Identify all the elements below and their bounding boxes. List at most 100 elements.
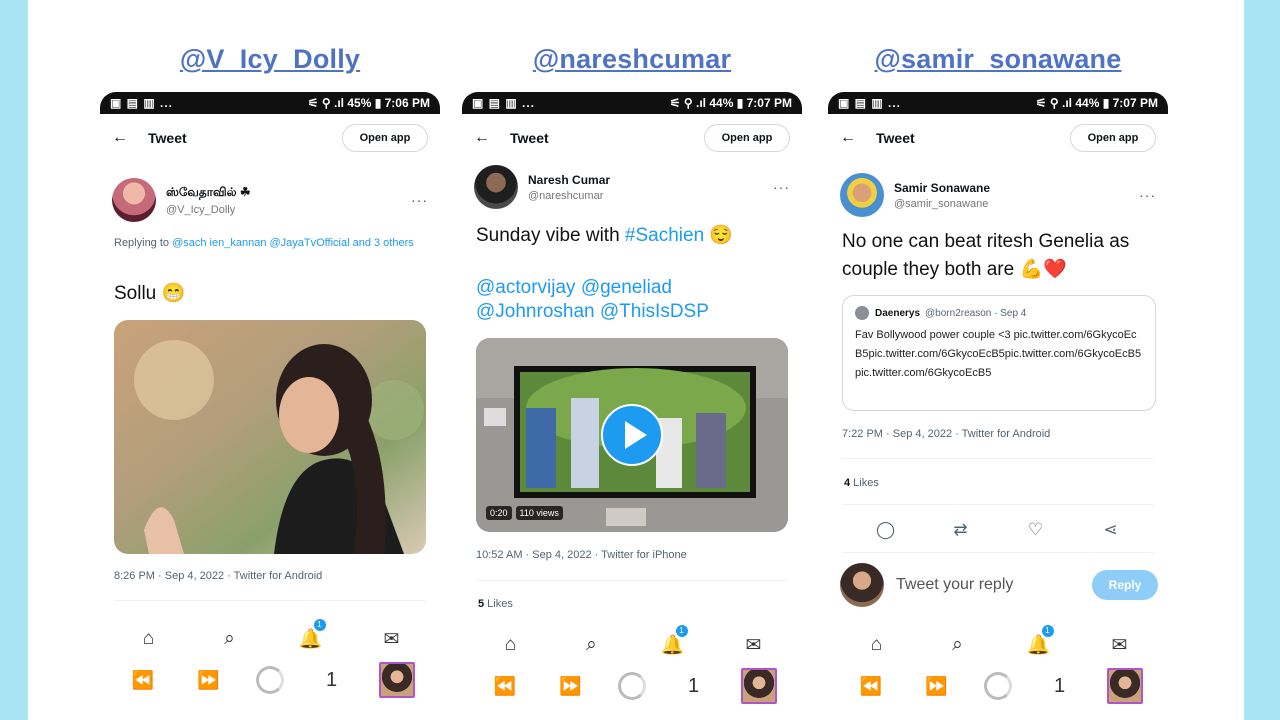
more-options-icon[interactable]: ··· <box>411 192 428 208</box>
search-icon[interactable]: ⌕ <box>577 634 607 656</box>
status-bar: ▣ ▤ ▥ ... ⚟ ⚲ .ıl 45% ▮ 7:06 PM <box>100 92 440 114</box>
status-bar: ▣ ▤ ▥ ... ⚟ ⚲ .ıl 44% ▮ 7:07 PM <box>828 92 1168 114</box>
tweet-meta: 8:26 PM · Sep 4, 2022 · Twitter for Andr… <box>114 570 323 582</box>
forward-icon[interactable]: ⏩ <box>552 676 588 697</box>
divider <box>842 458 1154 459</box>
author-name[interactable]: Naresh Cumar <box>528 173 773 187</box>
video-stats: 0:20 110 views <box>486 506 563 520</box>
video-duration: 0:20 <box>486 506 512 520</box>
divider <box>842 504 1154 505</box>
rewind-icon[interactable]: ⏪ <box>125 670 161 691</box>
retweet-icon[interactable]: ⇄ <box>946 520 976 540</box>
forward-icon[interactable]: ⏩ <box>918 676 954 697</box>
tab-count[interactable]: 1 <box>314 669 350 692</box>
mentions-line-2[interactable]: @Johnroshan @ThisIsDSP <box>476 298 792 326</box>
hashtag-link[interactable]: #Sachien <box>625 225 704 246</box>
likes-count[interactable]: 5 Likes <box>478 598 513 610</box>
tweet-topbar: ← Tweet Open app <box>828 122 1168 154</box>
back-arrow-icon[interactable]: ← <box>112 129 142 147</box>
reply-button[interactable]: Reply <box>1092 570 1158 600</box>
loading-icon <box>983 672 1012 700</box>
search-icon[interactable]: ⌕ <box>943 634 973 656</box>
search-icon[interactable]: ⌕ <box>215 628 245 650</box>
divider <box>842 552 1154 553</box>
tweet-video[interactable]: 0:20 110 views <box>476 338 788 532</box>
profile-thumbnail[interactable] <box>741 668 778 704</box>
profile-thumbnail[interactable] <box>379 662 416 698</box>
author-name[interactable]: ஸ்வேதாவில் ☘ <box>166 185 411 201</box>
system-nav: ⏪ ⏩ 1 <box>828 666 1168 706</box>
tweet-author: ஸ்வேதாவில் ☘ @V_Icy_Dolly ··· <box>112 175 428 225</box>
notification-badge: 1 <box>1041 625 1054 637</box>
reply-icon[interactable]: ◯ <box>871 520 901 540</box>
system-nav: ⏪ ⏩ 1 <box>100 660 440 700</box>
replying-prefix: Replying to <box>114 237 173 249</box>
bell-icon: 🔔 <box>660 635 685 656</box>
home-icon[interactable]: ⌂ <box>862 634 892 656</box>
author-username[interactable]: @V_Icy_Dolly <box>166 204 411 216</box>
mail-icon[interactable]: ✉ <box>1105 634 1135 657</box>
back-arrow-icon[interactable]: ← <box>474 129 504 147</box>
notifications-icon[interactable]: 🔔 1 <box>658 625 688 657</box>
avatar[interactable] <box>840 173 884 217</box>
open-app-button[interactable]: Open app <box>342 124 428 152</box>
tweet-topbar: ← Tweet Open app <box>100 122 440 154</box>
reply-input[interactable]: Tweet your reply <box>896 576 1092 594</box>
quote-date: · Sep 4 <box>994 307 1027 319</box>
author-username[interactable]: @samir_sonawane <box>894 198 1139 210</box>
quote-header: Daenerys @born2reason · Sep 4 <box>855 306 1143 320</box>
column-handle[interactable]: @V_Icy_Dolly <box>100 44 440 75</box>
avatar[interactable] <box>474 165 518 209</box>
left-border <box>0 0 28 720</box>
quote-author-name: Daenerys <box>875 307 921 319</box>
column-handle[interactable]: @samir_sonawane <box>828 44 1168 75</box>
rewind-icon[interactable]: ⏪ <box>487 676 523 697</box>
tweet-image[interactable] <box>114 320 426 554</box>
screenshot-column-1: @V_Icy_Dolly ▣ ▤ ▥ ... ⚟ ⚲ .ıl 45% ▮ 7:0… <box>100 0 440 720</box>
home-icon[interactable]: ⌂ <box>496 634 526 656</box>
author-username[interactable]: @nareshcumar <box>528 190 773 202</box>
bottom-nav: ⌂ ⌕ 🔔 1 ✉ <box>828 625 1168 662</box>
bell-icon: 🔔 <box>1026 635 1051 656</box>
like-icon[interactable]: ♡ <box>1021 520 1051 540</box>
status-bar: ▣ ▤ ▥ ... ⚟ ⚲ .ıl 44% ▮ 7:07 PM <box>462 92 802 114</box>
notification-badge: 1 <box>675 625 688 637</box>
rewind-icon[interactable]: ⏪ <box>853 676 889 697</box>
open-app-button[interactable]: Open app <box>1070 124 1156 152</box>
bottom-nav: ⌂ ⌕ 🔔 1 ✉ <box>462 625 802 662</box>
quoted-tweet[interactable]: Daenerys @born2reason · Sep 4 Fav Bollyw… <box>842 295 1156 411</box>
tab-count[interactable]: 1 <box>676 675 712 698</box>
notifications-icon[interactable]: 🔔 1 <box>296 619 326 651</box>
forward-icon[interactable]: ⏩ <box>190 670 226 691</box>
divider <box>114 600 426 601</box>
play-icon[interactable] <box>601 404 663 466</box>
screenshot-column-3: @samir_sonawane ▣ ▤ ▥ ... ⚟ ⚲ .ıl 44% ▮ … <box>828 0 1168 720</box>
likes-label: Likes <box>484 598 513 610</box>
quote-text: Fav Bollywood power couple <3 pic.twitte… <box>855 329 1142 379</box>
status-right: ⚟ ⚲ .ıl 44% ▮ 7:07 PM <box>1035 96 1158 110</box>
column-handle[interactable]: @nareshcumar <box>462 44 802 75</box>
page-title: Tweet <box>148 130 187 146</box>
more-options-icon[interactable]: ··· <box>773 179 790 195</box>
back-arrow-icon[interactable]: ← <box>840 129 870 147</box>
tweet-emoji: 😌 <box>704 225 734 246</box>
page-title: Tweet <box>876 130 915 146</box>
tweet-author: Naresh Cumar @nareshcumar ··· <box>474 162 790 212</box>
mail-icon[interactable]: ✉ <box>739 634 769 657</box>
system-nav: ⏪ ⏩ 1 <box>462 666 802 706</box>
open-app-button[interactable]: Open app <box>704 124 790 152</box>
mail-icon[interactable]: ✉ <box>377 628 407 651</box>
avatar[interactable] <box>112 178 156 222</box>
notification-badge: 1 <box>313 619 326 631</box>
profile-thumbnail[interactable] <box>1107 668 1144 704</box>
tab-count[interactable]: 1 <box>1042 675 1078 698</box>
tweet-topbar: ← Tweet Open app <box>462 122 802 154</box>
likes-count[interactable]: 4 Likes <box>844 477 879 489</box>
share-icon[interactable]: ⋖ <box>1096 520 1126 540</box>
author-name[interactable]: Samir Sonawane <box>894 181 1139 195</box>
replying-links[interactable]: @sach ien_kannan @JayaTvOfficial and 3 o… <box>172 237 414 249</box>
page-title: Tweet <box>510 130 549 146</box>
notifications-icon[interactable]: 🔔 1 <box>1024 625 1054 657</box>
more-options-icon[interactable]: ··· <box>1139 187 1156 203</box>
home-icon[interactable]: ⌂ <box>134 628 164 650</box>
